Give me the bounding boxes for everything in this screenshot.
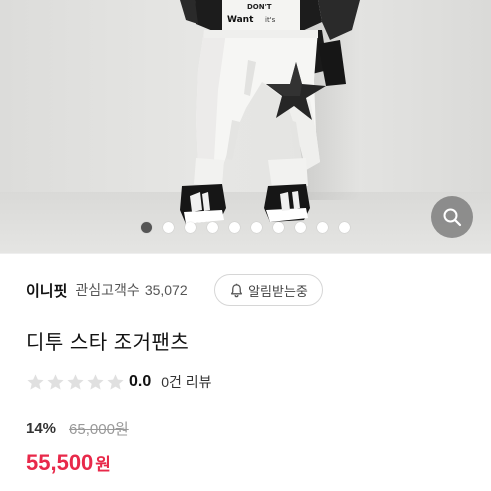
star-empty-icon <box>47 373 64 390</box>
rating-stars <box>26 373 126 392</box>
search-icon <box>443 208 462 227</box>
pagination-dot[interactable] <box>339 222 350 233</box>
rating-summary[interactable]: 0.0 0건 리뷰 <box>26 372 212 392</box>
star-empty-icon <box>67 373 84 390</box>
original-price: 65,000원 <box>69 421 129 438</box>
discount-rate: 14% <box>26 420 57 437</box>
sale-price-row: 55,500 원 <box>26 450 111 476</box>
followers-count: 35,072 <box>144 282 188 298</box>
notify-toggle-button[interactable]: 알림받는중 <box>214 274 323 306</box>
rating-score: 0.0 <box>129 373 152 390</box>
product-title: 디투 스타 조거팬츠 <box>26 332 190 354</box>
discount-info: 14% 65,000원 <box>26 418 129 439</box>
notify-label: 알림받는중 <box>248 283 308 299</box>
section-divider <box>0 253 491 254</box>
pagination-dot[interactable] <box>229 222 240 233</box>
shirt-print-word: Want <box>227 15 254 25</box>
pagination-dot[interactable] <box>141 222 152 233</box>
followers-label: 관심고객수 <box>75 282 140 298</box>
pagination-dot[interactable] <box>273 222 284 233</box>
sale-price-currency: 원 <box>95 455 111 474</box>
brand-name[interactable]: 이니핏 <box>26 280 67 301</box>
review-count-link[interactable]: 0건 리뷰 <box>161 372 211 392</box>
seller-info: 이니핏 관심고객수 35,072 <box>26 274 188 306</box>
image-pagination <box>0 222 491 234</box>
pagination-dot[interactable] <box>295 222 306 233</box>
pagination-dot[interactable] <box>317 222 328 233</box>
bell-icon <box>231 283 243 297</box>
shirt-print-top: DON'T <box>247 3 272 11</box>
pagination-dot[interactable] <box>163 222 174 233</box>
star-empty-icon <box>107 373 124 390</box>
zoom-button[interactable] <box>431 196 473 238</box>
sale-price: 55,500 <box>26 450 94 475</box>
pagination-dot[interactable] <box>185 222 196 233</box>
pagination-dot[interactable] <box>251 222 262 233</box>
shirt-print-tail: it's <box>265 16 276 24</box>
product-photo: DON'T Want it's <box>180 0 360 224</box>
product-image-gallery[interactable]: DON'T Want it's <box>0 0 491 253</box>
pagination-dot[interactable] <box>207 222 218 233</box>
star-empty-icon <box>87 373 104 390</box>
star-empty-icon <box>27 373 44 390</box>
